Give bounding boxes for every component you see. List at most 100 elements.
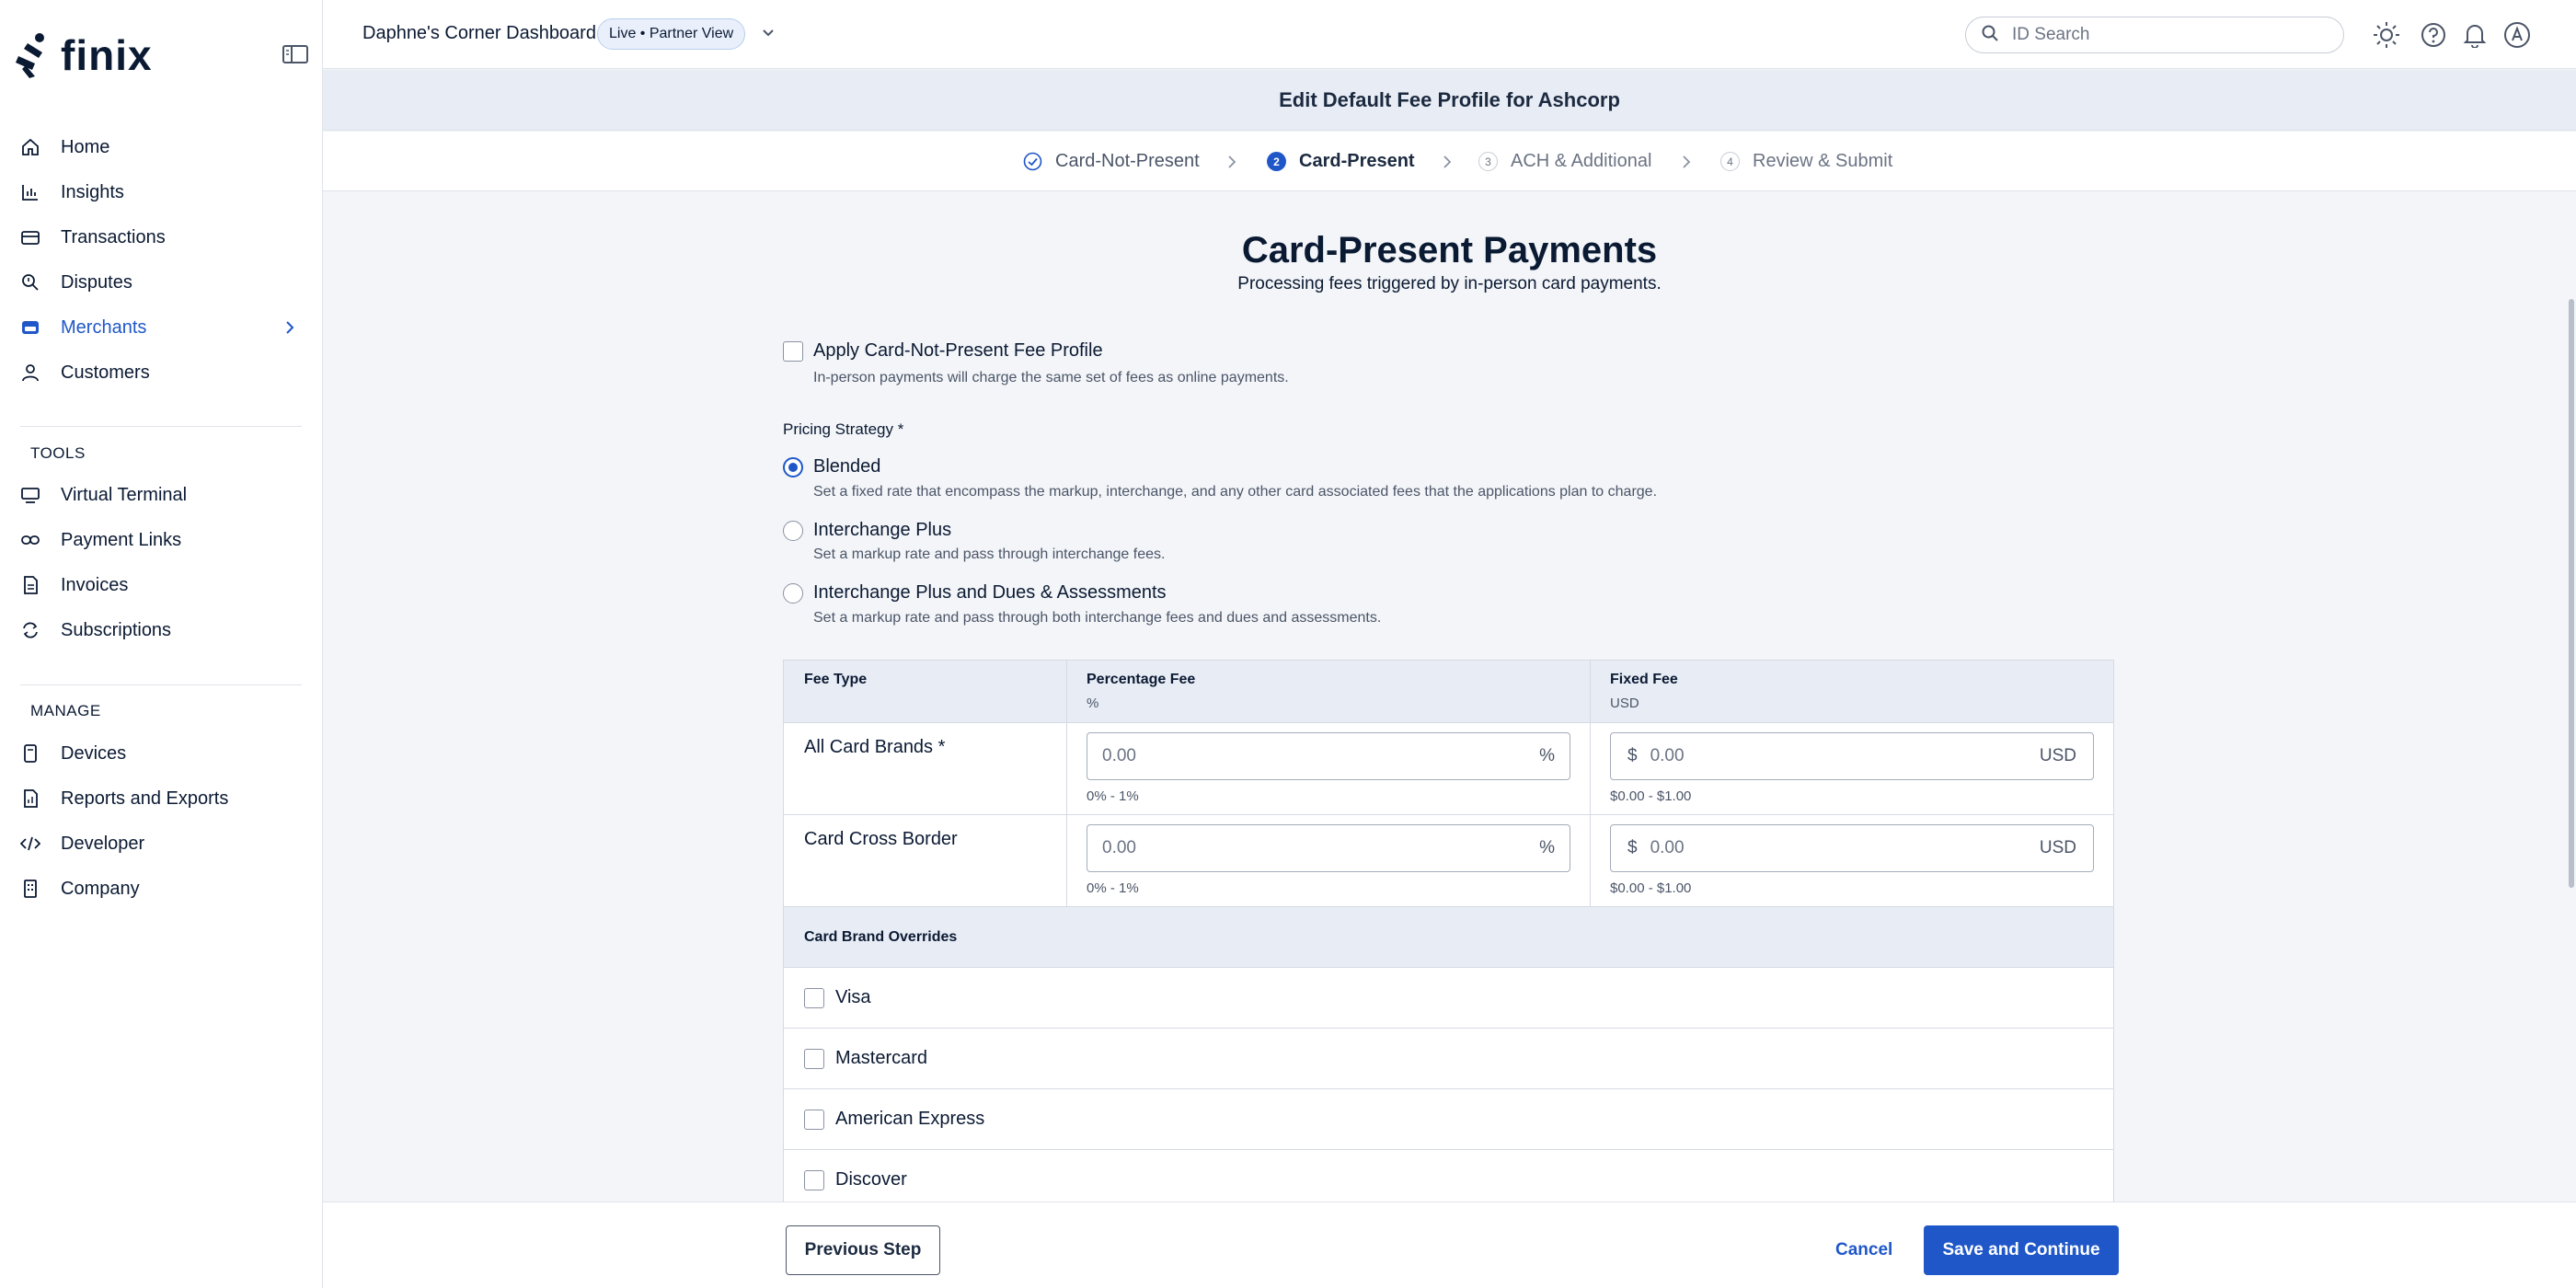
device-icon: [20, 743, 40, 764]
step-number: 3: [1478, 152, 1498, 171]
discover-checkbox[interactable]: [804, 1169, 824, 1190]
sidebar-toggle-icon[interactable]: [282, 43, 309, 65]
sidebar-item-disputes[interactable]: Disputes: [0, 262, 323, 303]
interchange-plus-radio[interactable]: [783, 520, 803, 541]
sidebar-item-label: Customers: [61, 362, 150, 383]
step-card-present[interactable]: 2 Card-Present: [1267, 132, 1415, 191]
sidebar-item-customers[interactable]: Customers: [0, 352, 323, 393]
sidebar-item-label: Disputes: [61, 271, 132, 293]
step-number: 4: [1720, 152, 1740, 171]
sidebar-item-invoices[interactable]: Invoices: [0, 565, 323, 605]
id-search-box[interactable]: [1965, 17, 2344, 53]
pricing-option-description: Set a markup rate and pass through inter…: [813, 546, 1166, 562]
step-label: ACH & Additional: [1511, 151, 1652, 171]
sidebar-section-manage: MANAGE: [30, 702, 101, 719]
chevron-down-icon[interactable]: [759, 24, 777, 47]
sidebar-item-virtual-terminal[interactable]: Virtual Terminal: [0, 475, 323, 515]
sidebar-item-payment-links[interactable]: Payment Links: [0, 520, 323, 560]
fee-table: Fee Type Percentage Fee % Fixed Fee USD …: [783, 660, 2114, 1202]
column-fixed-unit: USD: [1610, 696, 1639, 711]
percentage-fee-input-box[interactable]: %: [1087, 732, 1570, 780]
person-icon: [20, 362, 40, 383]
override-row-american-express[interactable]: American Express: [784, 1089, 2113, 1150]
cancel-button[interactable]: Cancel: [1823, 1225, 1905, 1275]
fixed-fee-input-box[interactable]: $ USD: [1610, 732, 2094, 780]
interchange-plus-dues-radio[interactable]: [783, 582, 803, 604]
percentage-fee-input[interactable]: [1102, 746, 1540, 766]
percentage-fee-input[interactable]: [1102, 838, 1540, 858]
sidebar-item-home[interactable]: Home: [0, 127, 323, 167]
chevron-right-icon: [283, 317, 296, 342]
top-bar: Daphne's Corner Dashboard Live • Partner…: [323, 0, 2576, 69]
sidebar-item-transactions[interactable]: Transactions: [0, 217, 323, 258]
pricing-option-interchange-plus-dues[interactable]: Interchange Plus and Dues & Assessments: [783, 582, 1167, 604]
invoice-icon: [20, 575, 40, 595]
id-search-input[interactable]: [2012, 25, 2325, 45]
visa-checkbox[interactable]: [804, 987, 824, 1008]
sidebar-item-merchants[interactable]: Merchants: [0, 307, 323, 348]
chevron-right-icon: [1680, 152, 1693, 177]
blended-radio[interactable]: [783, 456, 803, 477]
american-express-checkbox[interactable]: [804, 1109, 824, 1130]
step-ach-additional[interactable]: 3 ACH & Additional: [1478, 132, 1651, 191]
sidebar: finix Home Insights Transactions Dispute…: [0, 0, 323, 1288]
sidebar-item-label: Home: [61, 136, 110, 157]
pricing-option-interchange-plus[interactable]: Interchange Plus: [783, 520, 951, 541]
override-label: Mastercard: [835, 1048, 928, 1068]
bell-icon[interactable]: [2460, 20, 2490, 50]
previous-step-button[interactable]: Previous Step: [786, 1225, 940, 1275]
building-icon: [20, 879, 40, 899]
save-and-continue-button[interactable]: Save and Continue: [1924, 1225, 2119, 1275]
card-icon: [20, 227, 40, 247]
link-icon: [20, 530, 40, 550]
sidebar-item-reports[interactable]: Reports and Exports: [0, 778, 323, 819]
theme-sun-icon[interactable]: [2372, 20, 2401, 50]
sidebar-item-insights[interactable]: Insights: [0, 172, 323, 213]
dashboard-title[interactable]: Daphne's Corner Dashboard: [362, 23, 596, 44]
fixed-fee-hint: $0.00 - $1.00: [1610, 880, 1692, 896]
override-label: Discover: [835, 1169, 907, 1190]
section-title: Card-Present Payments: [1241, 230, 1658, 270]
percentage-fee-input-box[interactable]: %: [1087, 824, 1570, 872]
finix-logo[interactable]: finix: [15, 29, 153, 81]
usd-suffix: USD: [2039, 838, 2076, 857]
help-icon[interactable]: [2419, 20, 2448, 50]
sidebar-item-label: Company: [61, 878, 140, 899]
refresh-icon: [20, 620, 40, 640]
fixed-fee-input-box[interactable]: $ USD: [1610, 824, 2094, 872]
sidebar-item-subscriptions[interactable]: Subscriptions: [0, 610, 323, 650]
user-avatar-icon[interactable]: [2502, 20, 2532, 50]
percent-suffix: %: [1539, 838, 1555, 857]
apply-cnp-option[interactable]: Apply Card-Not-Present Fee Profile: [783, 340, 1103, 362]
usd-suffix: USD: [2039, 746, 2076, 765]
store-icon: [20, 317, 40, 338]
sidebar-item-label: Subscriptions: [61, 619, 172, 640]
fixed-fee-hint: $0.00 - $1.00: [1610, 788, 1692, 804]
step-card-not-present[interactable]: Card-Not-Present: [1023, 132, 1200, 191]
home-icon: [20, 137, 40, 157]
fixed-fee-input[interactable]: [1650, 838, 2040, 858]
pricing-option-label: Interchange Plus: [813, 520, 952, 540]
override-row-mastercard[interactable]: Mastercard: [784, 1029, 2113, 1089]
sidebar-item-devices[interactable]: Devices: [0, 733, 323, 774]
override-row-visa[interactable]: Visa: [784, 968, 2113, 1029]
percentage-fee-hint: 0% - 1%: [1087, 788, 1139, 804]
column-fixed-fee: Fixed Fee: [1610, 672, 1678, 687]
override-row-discover[interactable]: Discover: [784, 1150, 2113, 1202]
terminal-icon: [20, 485, 40, 505]
sidebar-item-developer[interactable]: Developer: [0, 823, 323, 864]
pricing-option-blended[interactable]: Blended: [783, 456, 880, 477]
sidebar-section-tools: TOOLS: [30, 444, 86, 462]
percentage-fee-hint: 0% - 1%: [1087, 880, 1139, 896]
fixed-fee-input[interactable]: [1650, 746, 2040, 766]
percent-suffix: %: [1539, 746, 1555, 765]
page-title: Edit Default Fee Profile for Ashcorp: [1279, 88, 1620, 111]
page-scrollbar[interactable]: [2569, 299, 2574, 888]
column-fee-type: Fee Type: [804, 672, 868, 687]
apply-cnp-checkbox[interactable]: [783, 340, 803, 362]
dollar-prefix: $: [1627, 838, 1638, 857]
mastercard-checkbox[interactable]: [804, 1048, 824, 1069]
step-review-submit[interactable]: 4 Review & Submit: [1720, 132, 1892, 191]
sidebar-item-company[interactable]: Company: [0, 868, 323, 909]
column-percentage-unit: %: [1087, 696, 1099, 711]
